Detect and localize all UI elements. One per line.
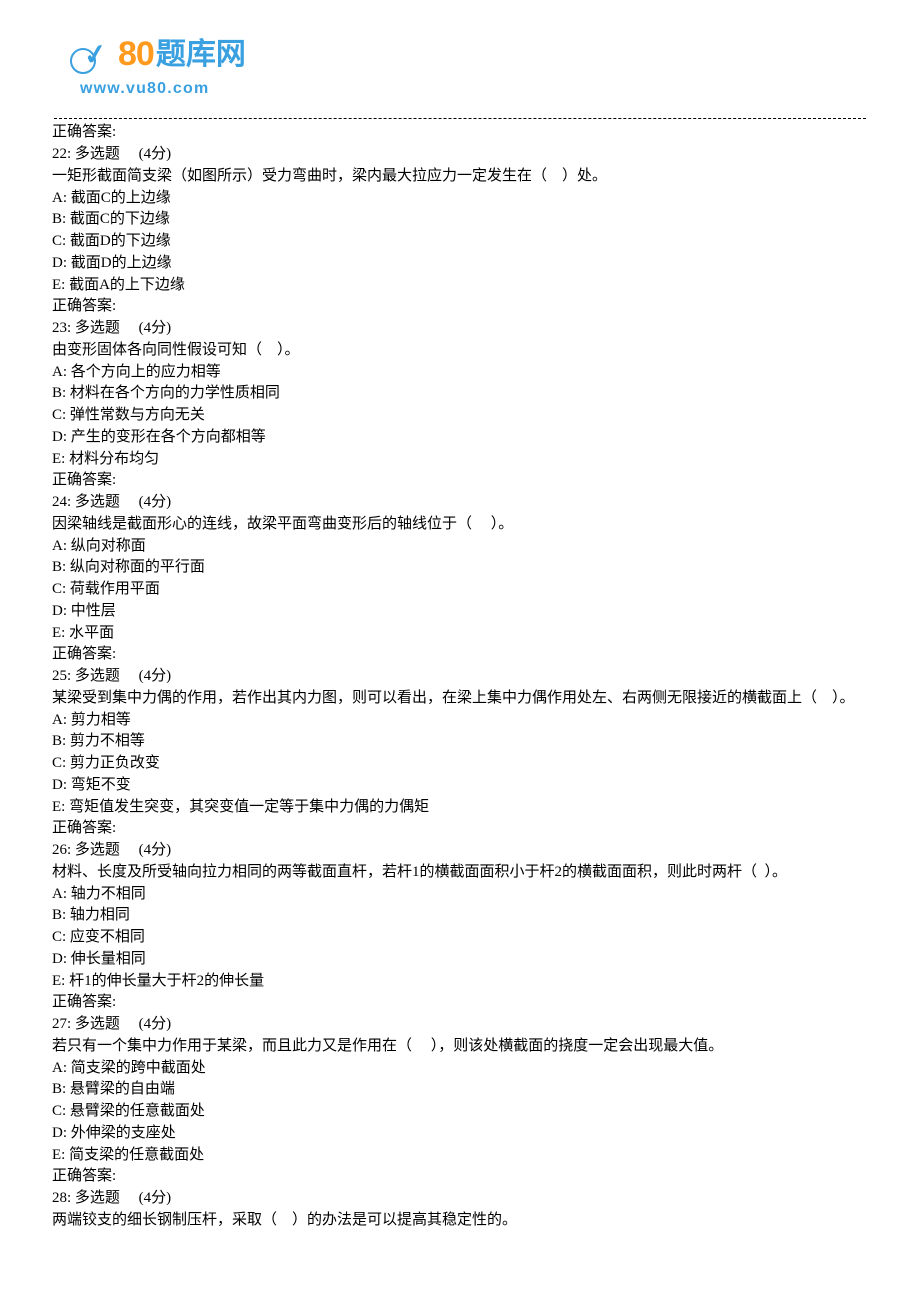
text-line: C: 悬臂梁的任意截面处 — [52, 1101, 866, 1123]
text-line: 材料、长度及所受轴向拉力相同的两等截面直杆，若杆1的横截面面积小于杆2的横截面面… — [52, 862, 866, 884]
site-logo: ✓ 80 题库网 www.vu80.com — [76, 30, 866, 100]
text-line: 正确答案: — [52, 818, 866, 840]
text-line: 若只有一个集中力作用于某梁，而且此力又是作用在（ ），则该处横截面的挠度一定会出… — [52, 1036, 866, 1058]
text-line: E: 简支梁的任意截面处 — [52, 1145, 866, 1167]
text-line: 两端铰支的细长钢制压杆，采取（ ）的办法是可以提高其稳定性的。 — [52, 1210, 866, 1232]
text-line: B: 截面C的下边缘 — [52, 209, 866, 231]
text-line: B: 纵向对称面的平行面 — [52, 557, 866, 579]
text-line: C: 剪力正负改变 — [52, 753, 866, 775]
text-line: 正确答案: — [52, 470, 866, 492]
question-content: 正确答案: 22: 多选题 (4分) 一矩形截面简支梁（如图所示）受力弯曲时，梁… — [52, 122, 866, 1231]
text-line: 24: 多选题 (4分) — [52, 492, 866, 514]
text-line: 22: 多选题 (4分) — [52, 144, 866, 166]
text-line: 正确答案: — [52, 122, 866, 144]
text-line: 26: 多选题 (4分) — [52, 840, 866, 862]
text-line: 由变形固体各向同性假设可知（ ）。 — [52, 340, 866, 362]
text-line: 正确答案: — [52, 992, 866, 1014]
logo-number: 80 — [118, 30, 154, 79]
header-divider — [54, 118, 866, 120]
text-line: A: 截面C的上边缘 — [52, 188, 866, 210]
text-line: B: 剪力不相等 — [52, 731, 866, 753]
text-line: A: 纵向对称面 — [52, 536, 866, 558]
text-line: B: 轴力相同 — [52, 905, 866, 927]
page-root: ✓ 80 题库网 www.vu80.com 正确答案: 22: 多选题 (4分)… — [0, 0, 920, 1272]
text-line: A: 轴力不相同 — [52, 884, 866, 906]
text-line: E: 弯矩值发生突变，其突变值一定等于集中力偶的力偶矩 — [52, 797, 866, 819]
text-line: 因梁轴线是截面形心的连线，故梁平面弯曲变形后的轴线位于（ ）。 — [52, 514, 866, 536]
logo-top-row: ✓ 80 题库网 — [76, 30, 866, 79]
text-line: E: 材料分布均匀 — [52, 449, 866, 471]
text-line: D: 外伸梁的支座处 — [52, 1123, 866, 1145]
text-line: C: 应变不相同 — [52, 927, 866, 949]
text-line: 一矩形截面简支梁（如图所示）受力弯曲时，梁内最大拉应力一定发生在（ ）处。 — [52, 166, 866, 188]
text-line: E: 杆1的伸长量大于杆2的伸长量 — [52, 971, 866, 993]
text-line: 正确答案: — [52, 296, 866, 318]
text-line: C: 荷载作用平面 — [52, 579, 866, 601]
logo-url: www.vu80.com — [80, 77, 866, 100]
text-line: D: 产生的变形在各个方向都相等 — [52, 427, 866, 449]
text-line: 正确答案: — [52, 1166, 866, 1188]
text-line: E: 水平面 — [52, 623, 866, 645]
text-line: D: 截面D的上边缘 — [52, 253, 866, 275]
text-line: E: 截面A的上下边缘 — [52, 275, 866, 297]
text-line: A: 剪力相等 — [52, 710, 866, 732]
text-line: 23: 多选题 (4分) — [52, 318, 866, 340]
text-line: B: 悬臂梁的自由端 — [52, 1079, 866, 1101]
text-line: D: 弯矩不变 — [52, 775, 866, 797]
text-line: 正确答案: — [52, 644, 866, 666]
logo-cn-text: 题库网 — [156, 33, 246, 77]
text-line: A: 各个方向上的应力相等 — [52, 362, 866, 384]
text-line: A: 简支梁的跨中截面处 — [52, 1058, 866, 1080]
text-line: C: 弹性常数与方向无关 — [52, 405, 866, 427]
logo-check-icon: ✓ — [81, 34, 110, 77]
text-line: 28: 多选题 (4分) — [52, 1188, 866, 1210]
text-line: D: 伸长量相同 — [52, 949, 866, 971]
text-line: 25: 多选题 (4分) — [52, 666, 866, 688]
text-line: C: 截面D的下边缘 — [52, 231, 866, 253]
text-line: D: 中性层 — [52, 601, 866, 623]
text-line: 27: 多选题 (4分) — [52, 1014, 866, 1036]
logo-mark: ✓ — [76, 36, 118, 74]
text-line: 某梁受到集中力偶的作用，若作出其内力图，则可以看出，在梁上集中力偶作用处左、右两… — [52, 688, 866, 710]
text-line: B: 材料在各个方向的力学性质相同 — [52, 383, 866, 405]
